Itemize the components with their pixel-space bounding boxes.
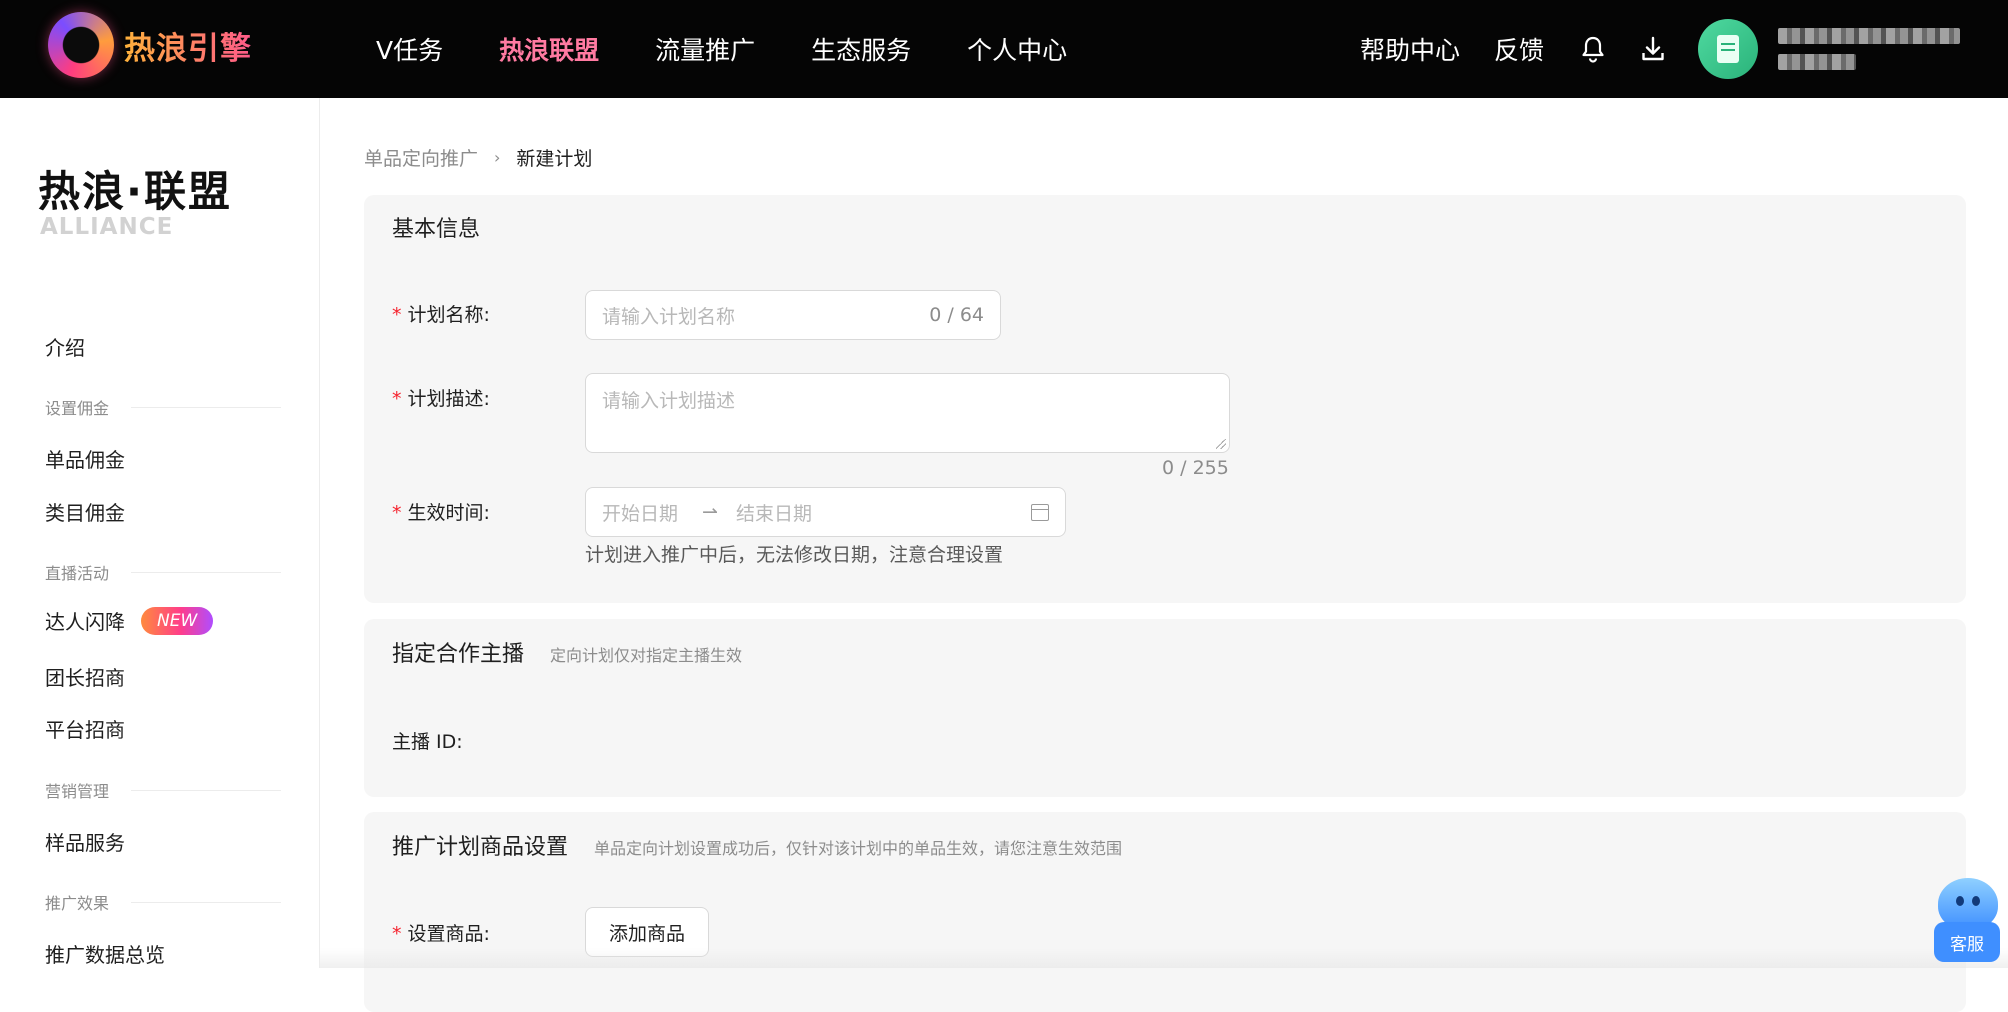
sidebar-group-label: 直播活动 [45,564,110,583]
download-icon[interactable] [1638,34,1668,64]
alliance-brand-title: 热浪·联盟 [38,167,232,216]
plan-desc-counter: 0 / 255 [1162,457,1229,479]
plan-name-input[interactable]: 请输入计划名称 0 / 64 [585,290,1001,340]
required-mark: * [392,502,402,524]
set-product-label-text: 设置商品: [407,923,490,945]
feedback-link[interactable]: 反馈 [1494,31,1544,67]
sidebar-group-label: 推广效果 [45,894,110,913]
customer-service-widget[interactable]: 客服 [1934,878,2000,968]
user-name-redacted[interactable] [1778,16,1960,82]
nav-item-alliance[interactable]: 热浪联盟 [499,31,599,67]
plan-desc-label-text: 计划描述: [407,388,490,410]
sidebar-group-commission: 设置佣金 [45,395,281,419]
sidebar-group-label: 设置佣金 [45,399,110,418]
app-logo[interactable]: 热浪引擎 [48,12,268,78]
plan-name-label-text: 计划名称: [407,304,490,326]
sidebar-item-data-overview[interactable]: 推广数据总览 [45,939,165,968]
sidebar-item-single-commission[interactable]: 单品佣金 [45,444,125,473]
designated-anchor-title: 指定合作主播 定向计划仅对指定主播生效 [392,636,742,668]
sidebar-item-platform-recruit[interactable]: 平台招商 [45,714,125,743]
basic-info-title: 基本信息 [392,217,481,242]
logo-mark-icon [48,12,114,78]
sidebar-item-sample-service[interactable]: 样品服务 [45,827,125,856]
required-mark: * [392,388,402,410]
product-settings-title: 推广计划商品设置 单品定向计划设置成功后，仅针对该计划中的单品生效，请您注意生效… [392,829,1122,861]
breadcrumb: 单品定向推广 › 新建计划 [364,144,593,171]
redacted-line [1778,28,1960,44]
new-badge: NEW [141,606,214,635]
logo-text: 热浪引擎 [124,23,252,68]
effective-time-hint: 计划进入推广中后，无法修改日期，注意合理设置 [585,544,1004,566]
sidebar-item-leader-recruit[interactable]: 团长招商 [45,662,125,691]
redacted-line [1778,54,1856,70]
plan-desc-placeholder: 请输入计划描述 [602,390,736,412]
bottom-scroll-fade [320,948,2008,968]
breadcrumb-separator-icon: › [494,147,501,167]
sidebar-group-marketing: 营销管理 [45,778,281,802]
sidebar-group-live: 直播活动 [45,560,281,584]
sidebar-item-intro[interactable]: 介绍 [45,332,85,361]
effective-time-label: * 生效时间: [392,498,490,525]
start-date-placeholder[interactable]: 开始日期 [602,499,678,526]
sidebar-item-category-commission[interactable]: 类目佣金 [45,497,125,526]
sidebar-group-effect: 推广效果 [45,890,281,914]
main-nav: V任务 热浪联盟 流量推广 生态服务 个人中心 [376,0,1123,98]
sidebar-group-label: 营销管理 [45,782,110,801]
breadcrumb-parent[interactable]: 单品定向推广 [364,144,478,171]
plan-desc-label: * 计划描述: [392,384,490,411]
alliance-brand-subtitle: ALLIANCE [40,214,174,240]
card-subtitle: 定向计划仅对指定主播生效 [550,646,743,665]
required-mark: * [392,923,402,945]
calendar-icon [1031,503,1049,521]
nav-item-v-tasks[interactable]: V任务 [376,31,443,67]
nav-item-personal-center[interactable]: 个人中心 [967,31,1067,67]
help-center-link[interactable]: 帮助中心 [1360,31,1460,67]
sidebar-item-label: 达人闪降 [45,610,125,634]
document-icon [1717,35,1739,63]
nav-item-traffic-promotion[interactable]: 流量推广 [655,31,755,67]
date-range-picker[interactable]: 开始日期 ⇀ 结束日期 [585,487,1066,537]
nav-item-ecosystem-services[interactable]: 生态服务 [811,31,911,67]
card-title-text: 推广计划商品设置 [392,835,569,860]
plan-name-counter: 0 / 64 [929,304,984,326]
arrow-right-icon: ⇀ [702,501,718,523]
basic-info-card: 基本信息 * 计划名称: 请输入计划名称 0 / 64 * 计划描述: 请输入计划描… [364,195,1966,603]
set-product-label: * 设置商品: [392,919,490,946]
bell-icon[interactable] [1578,34,1608,64]
required-mark: * [392,304,402,326]
card-subtitle: 单品定向计划设置成功后，仅针对该计划中的单品生效，请您注意生效范围 [594,839,1123,858]
sidebar-item-flash-sale[interactable]: 达人闪降 NEW [45,606,214,635]
breadcrumb-current: 新建计划 [516,147,593,170]
user-avatar[interactable] [1698,19,1758,79]
sidebar: 热浪·联盟 ALLIANCE 介绍 设置佣金 单品佣金 类目佣金 直播活动 达人… [0,98,320,968]
top-navigation-bar: 热浪引擎 V任务 热浪联盟 流量推广 生态服务 个人中心 帮助中心 反馈 [0,0,2008,98]
anchor-id-label: 主播 ID: [392,731,463,753]
card-title-text: 指定合作主播 [392,642,525,667]
product-settings-card: 推广计划商品设置 单品定向计划设置成功后，仅针对该计划中的单品生效，请您注意生效… [364,812,1966,1012]
designated-anchor-card: 指定合作主播 定向计划仅对指定主播生效 主播 ID: [364,619,1966,797]
plan-name-label: * 计划名称: [392,300,490,327]
end-date-placeholder[interactable]: 结束日期 [736,499,812,526]
resize-handle-icon[interactable] [1216,439,1226,449]
plan-name-placeholder: 请输入计划名称 [602,305,736,328]
customer-service-label: 客服 [1934,922,2000,962]
nav-right-group: 帮助中心 反馈 [1360,0,1960,98]
plan-desc-textarea[interactable]: 请输入计划描述 [585,373,1230,453]
effective-time-label-text: 生效时间: [407,502,490,524]
